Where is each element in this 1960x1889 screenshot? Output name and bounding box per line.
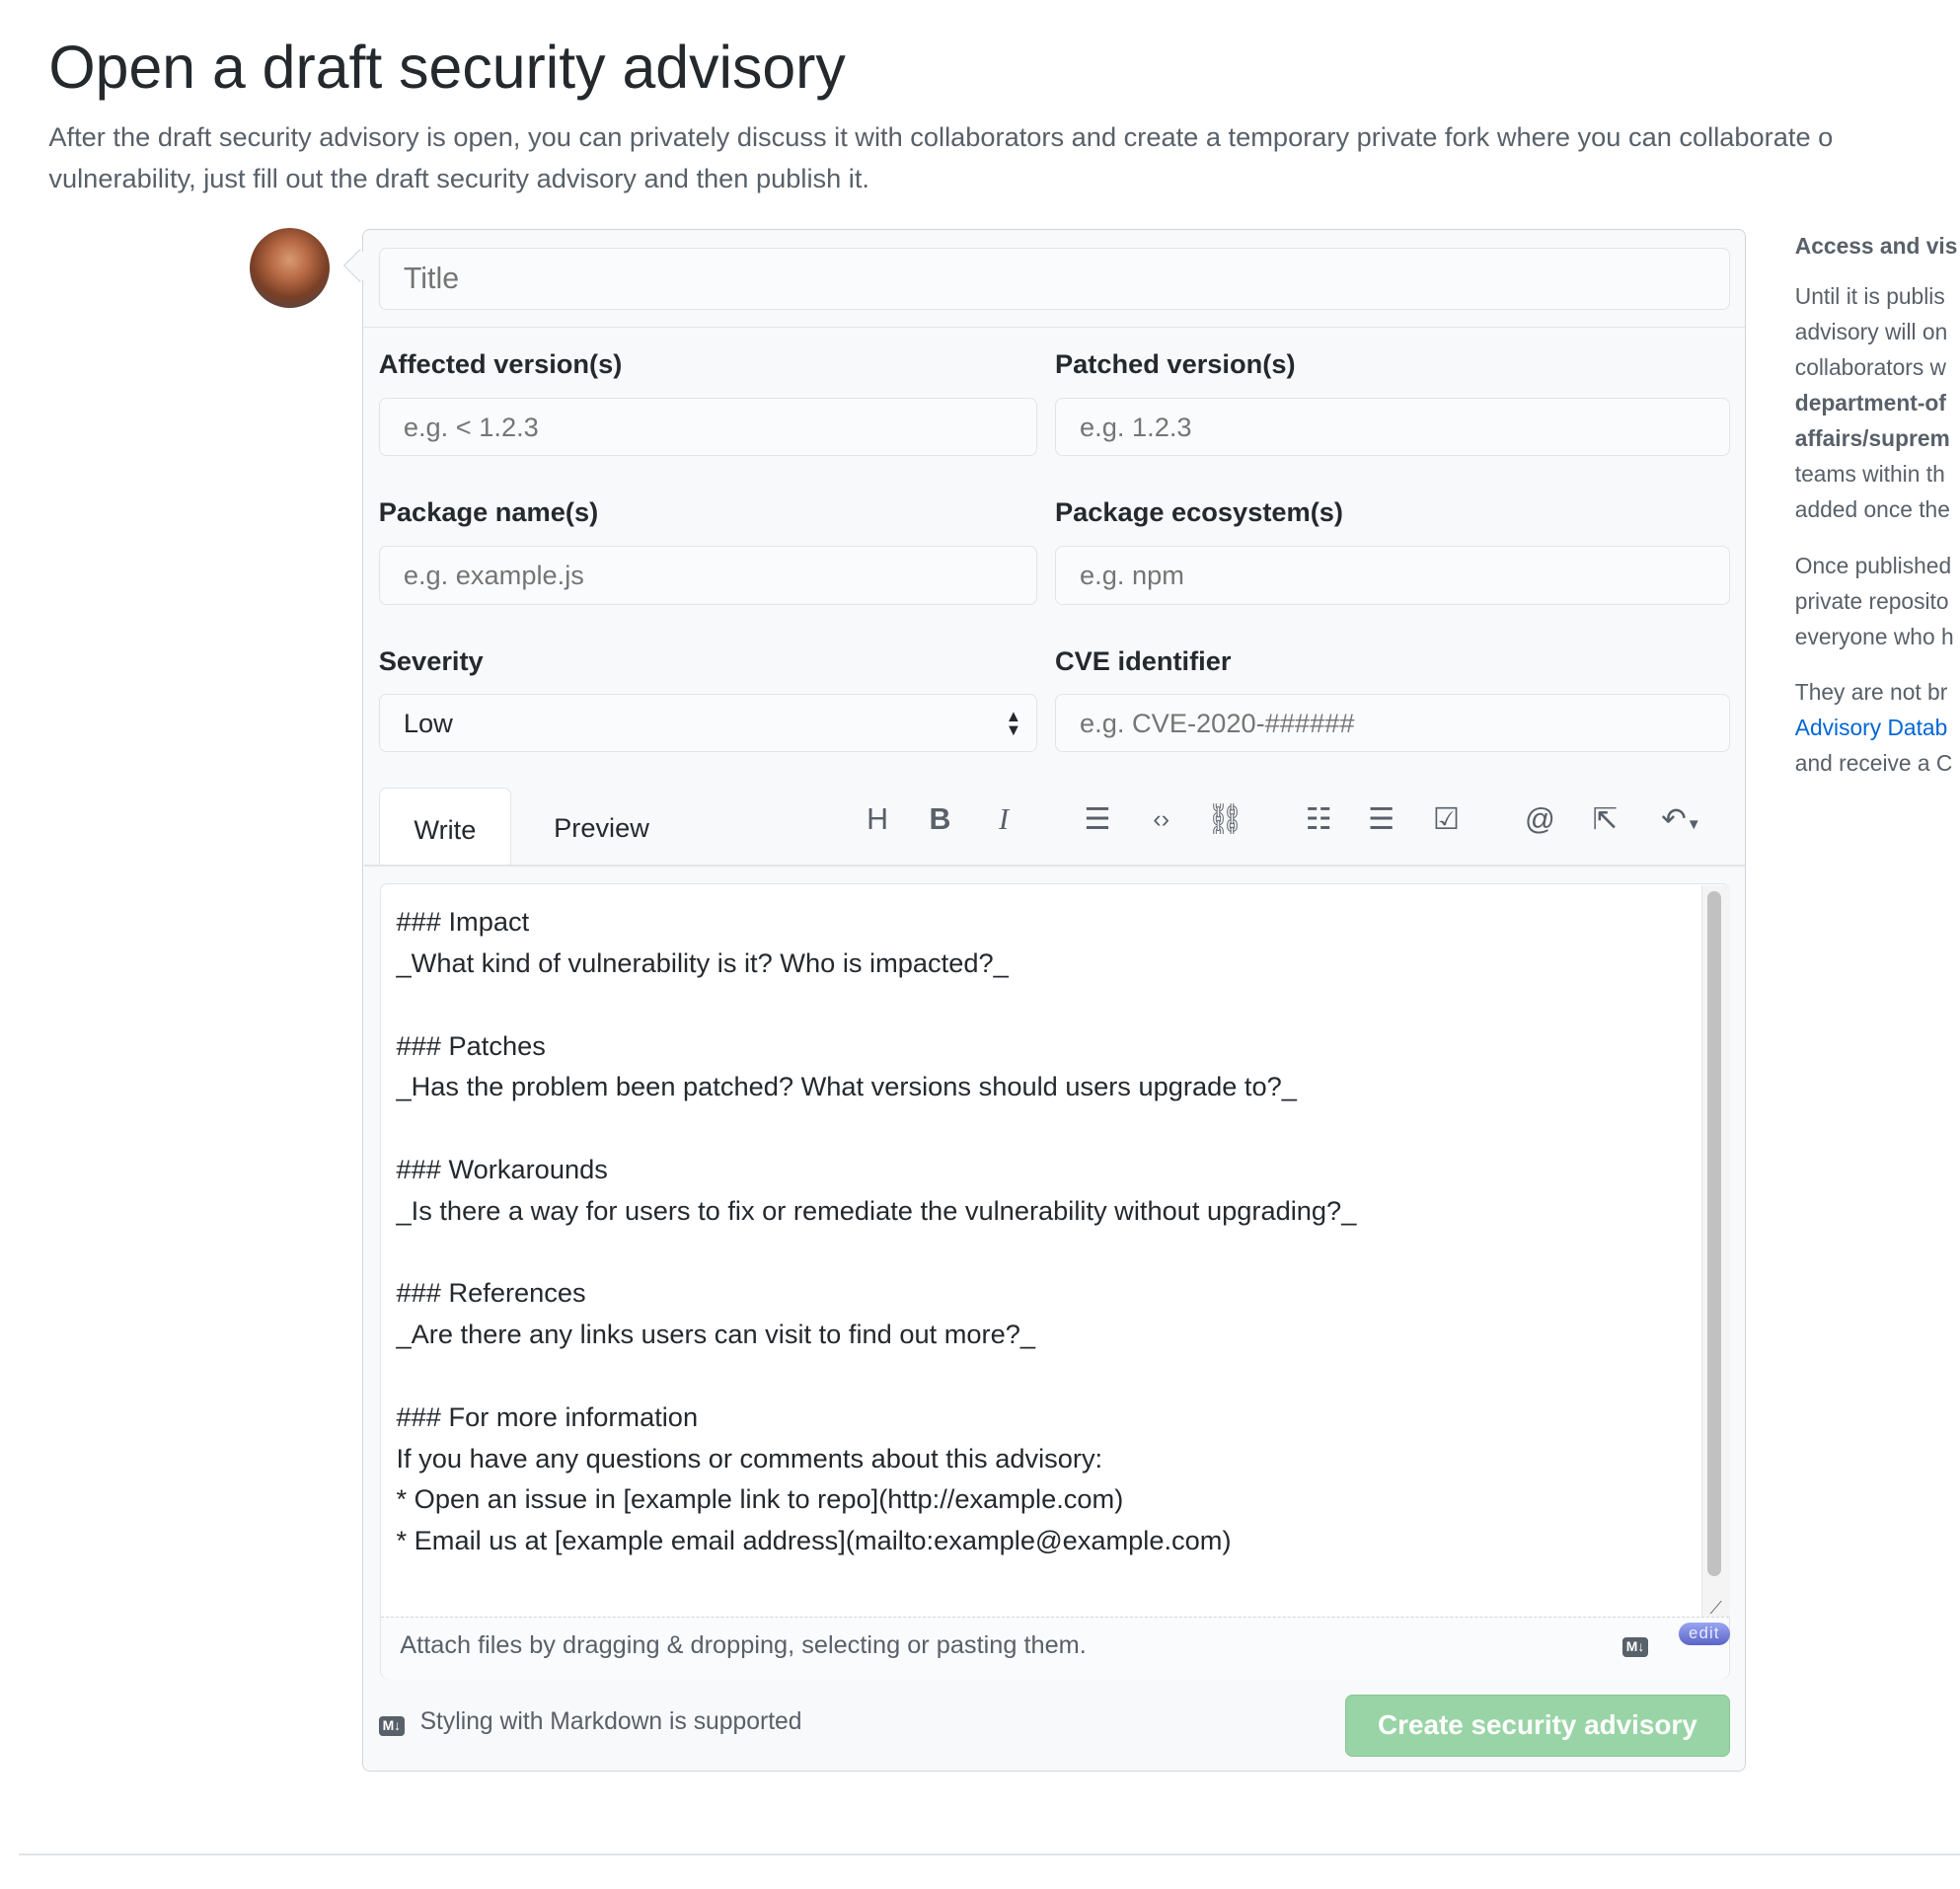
divider (363, 865, 1746, 867)
affected-versions-input[interactable] (378, 397, 1038, 457)
ecosystem-input[interactable] (1054, 546, 1730, 605)
sidebar-heading: Access and vis (1794, 232, 1958, 259)
sidebar-team-name: affairs/suprem (1794, 425, 1950, 452)
sidebar-text: private reposito (1794, 587, 1949, 614)
severity-select[interactable]: Low ▲ ▼ (378, 693, 1038, 753)
avatar[interactable] (250, 227, 331, 308)
tab-write[interactable]: Write (378, 787, 512, 867)
sidebar-text: teams within th (1794, 461, 1945, 488)
package-name-input[interactable] (378, 546, 1038, 605)
severity-value: Low (403, 707, 453, 738)
description-line: vulnerability, just fill out the draft s… (48, 162, 869, 193)
edit-badge[interactable]: edit (1679, 1623, 1730, 1645)
sidebar-text: Until it is publis (1794, 282, 1945, 309)
patched-versions-input[interactable] (1054, 397, 1730, 457)
unordered-list-icon[interactable]: ☷ (1300, 800, 1337, 838)
mention-icon[interactable]: @ (1521, 800, 1558, 838)
scrollbar-thumb[interactable] (1707, 891, 1722, 1577)
page-description: After the draft security advisory is ope… (48, 116, 1960, 199)
sidebar-team-name: department-of (1794, 390, 1946, 416)
access-sidebar: Access and vis Until it is publis adviso… (1795, 228, 1960, 801)
cve-input[interactable] (1054, 693, 1730, 753)
sidebar-text: added once the (1794, 496, 1950, 523)
reply-icon[interactable]: ↶▼ (1650, 800, 1712, 838)
italic-icon[interactable]: I (985, 800, 1022, 838)
attach-text: Attach files by dragging & dropping, sel… (400, 1630, 1087, 1659)
severity-label: Severity (378, 644, 484, 676)
ordered-list-icon[interactable]: ☰ (1363, 800, 1400, 838)
markdown-note[interactable]: Styling with Markdown is supported (420, 1708, 802, 1736)
sidebar-text: advisory will on (1794, 318, 1948, 344)
sidebar-text: everyone who h (1794, 623, 1954, 649)
description-line: After the draft security advisory is ope… (48, 120, 1834, 152)
markdown-icon: M↓ (1622, 1636, 1649, 1658)
heading-icon[interactable]: H (859, 800, 896, 838)
page-title: Open a draft security advisory (48, 33, 846, 101)
markdown-icon: M↓ (378, 1716, 405, 1737)
quote-icon[interactable]: ☰ (1079, 800, 1116, 838)
ecosystem-label: Package ecosystem(s) (1054, 495, 1344, 527)
create-advisory-button[interactable]: Create security advisory (1344, 1695, 1730, 1757)
tab-preview[interactable]: Preview (554, 812, 649, 844)
sidebar-text: and receive a C (1794, 750, 1953, 777)
bold-icon[interactable]: B (921, 800, 958, 838)
link-icon[interactable]: ⛓ (1206, 800, 1244, 838)
footer-divider (18, 1853, 1960, 1855)
package-label: Package name(s) (378, 495, 599, 527)
affected-label: Affected version(s) (378, 348, 623, 380)
patched-label: Patched version(s) (1054, 348, 1296, 380)
advisory-database-link[interactable]: Advisory Datab (1795, 715, 1947, 740)
code-icon[interactable]: ‹› (1143, 800, 1180, 838)
task-list-icon[interactable]: ☑ (1427, 800, 1465, 838)
caret-down-icon: ▼ (1686, 815, 1701, 833)
resize-handle-icon[interactable]: ⟋ (1710, 1598, 1722, 1619)
sidebar-text: Once published (1794, 552, 1952, 578)
title-input[interactable] (378, 247, 1730, 311)
cross-reference-icon[interactable]: ⇱ (1586, 800, 1623, 838)
sidebar-text: They are not br (1794, 679, 1948, 706)
sidebar-text: collaborators w (1794, 353, 1947, 380)
cve-label: CVE identifier (1054, 644, 1232, 676)
attach-files-area[interactable]: Attach files by dragging & dropping, sel… (381, 1616, 1729, 1679)
select-arrows-icon: ▲ ▼ (1005, 708, 1022, 740)
advisory-body-textarea[interactable]: ### Impact _What kind of vulnerability i… (397, 901, 1357, 1561)
divider (363, 326, 1746, 328)
